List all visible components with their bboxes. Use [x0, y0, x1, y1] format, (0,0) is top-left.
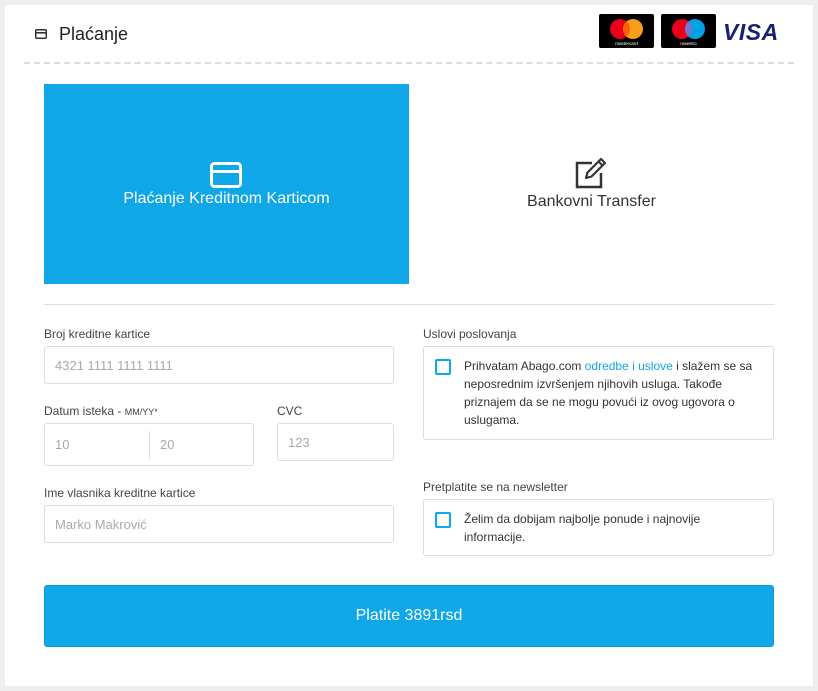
pay-button[interactable]: Platite 3891rsd	[44, 585, 774, 647]
mastercard-logo: mastercard	[599, 14, 654, 48]
payment-method-label: Plaćanje Kreditnom Karticom	[123, 190, 330, 207]
card-holder-input[interactable]	[44, 505, 394, 543]
payment-method-bank-transfer[interactable]: Bankovni Transfer	[409, 84, 774, 284]
section-divider	[44, 304, 774, 305]
credit-card-icon	[35, 29, 47, 39]
expiry-label-text: Datum isteka -	[44, 404, 125, 418]
expiry-year-input[interactable]	[150, 424, 253, 465]
expiry-field	[44, 423, 254, 466]
payment-method-label: Bankovni Transfer	[527, 193, 656, 210]
page-title: Plaćanje	[59, 24, 129, 44]
payment-card: Plaćanje mastercard maestro VISA Plaćanj…	[5, 5, 813, 686]
terms-label: Uslovi poslovanja	[423, 327, 517, 341]
payment-method-credit-card[interactable]: Plaćanje Kreditnom Karticom	[44, 84, 409, 284]
maestro-logo: maestro	[661, 14, 716, 48]
expiry-month-input[interactable]	[45, 424, 149, 465]
maestro-logo-text: maestro	[680, 41, 697, 46]
card-number-input[interactable]	[44, 346, 394, 384]
terms-checkbox[interactable]	[435, 359, 451, 375]
expiry-format-hint: MM/YY*	[124, 407, 158, 417]
newsletter-label: Pretplatite se na newsletter	[423, 480, 568, 494]
terms-text-before: Prihvatam Abago.com	[464, 359, 585, 373]
payment-header: Plaćanje mastercard maestro VISA	[5, 5, 813, 67]
cvc-label: CVC	[277, 404, 303, 418]
newsletter-text: Želim da dobijam najbolje ponude i najno…	[464, 512, 701, 544]
card-holder-label: Ime vlasnika kreditne kartice	[44, 486, 196, 500]
credit-card-icon	[210, 162, 242, 188]
edit-icon	[575, 157, 607, 189]
terms-text: Prihvatam Abago.com odredbe i uslove i s…	[464, 357, 764, 429]
card-number-label: Broj kreditne kartice	[44, 327, 151, 341]
cvc-input[interactable]	[277, 423, 394, 461]
newsletter-checkbox[interactable]	[435, 512, 451, 528]
newsletter-box: Želim da dobijam najbolje ponude i najno…	[423, 499, 774, 556]
mastercard-logo-text: mastercard	[615, 41, 638, 46]
visa-logo: VISA	[723, 19, 779, 45]
expiry-label: Datum isteka - MM/YY*	[44, 404, 158, 419]
terms-box: Prihvatam Abago.com odredbe i uslove i s…	[423, 346, 774, 440]
terms-link[interactable]: odredbe i uslove	[585, 359, 673, 373]
header-divider	[24, 62, 794, 64]
